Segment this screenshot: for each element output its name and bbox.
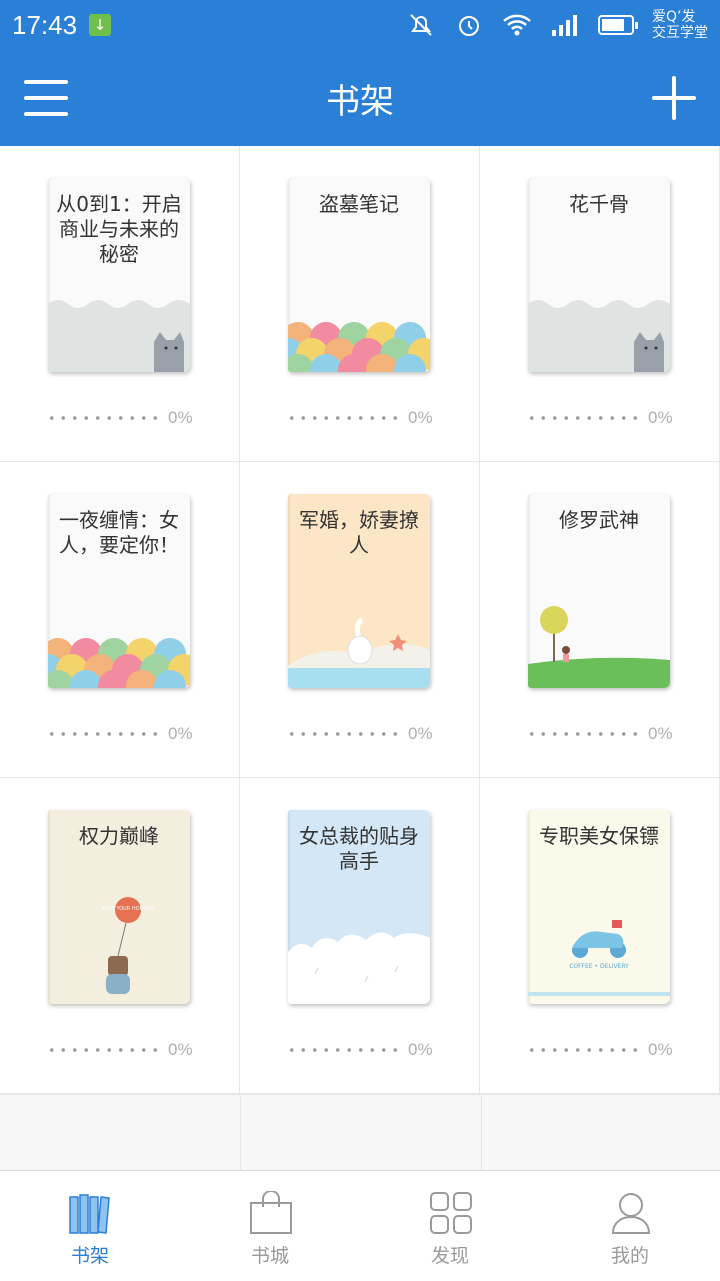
book-cover[interactable]: 从0到1：开启商业与未来的秘密: [48, 178, 190, 372]
progress-percent: 0%: [168, 1040, 193, 1059]
progress-percent: 0%: [408, 724, 433, 743]
progress-percent: 0%: [168, 408, 193, 427]
reading-progress: 0%: [526, 1040, 676, 1060]
menu-icon[interactable]: [24, 78, 68, 118]
reading-progress: 0%: [46, 1040, 196, 1060]
reading-progress: 0%: [286, 724, 436, 744]
book-title: 盗墓笔记: [319, 192, 399, 216]
bookshelf-grid: 从0到1：开启商业与未来的秘密 0% 盗墓笔记 0% 花千骨 0% 一夜缠情：女…: [0, 146, 720, 1170]
progress-percent: 0%: [408, 408, 433, 427]
reading-progress: 0%: [526, 724, 676, 744]
book-title: 军婚，娇妻撩人: [299, 508, 419, 557]
book-item[interactable]: 修罗武神 0%: [480, 462, 720, 778]
download-icon: ↓: [89, 14, 112, 36]
battery-icon: [598, 15, 638, 35]
book-title: 花千骨: [569, 192, 629, 216]
book-cover[interactable]: 一夜缠情：女人，要定你！: [48, 494, 190, 688]
grid-icon: [430, 1192, 472, 1234]
book-title: 专职美女保镖: [539, 824, 659, 848]
wifi-icon: [502, 10, 532, 40]
reading-progress: 0%: [286, 1040, 436, 1060]
shopping-bag-icon: [250, 1191, 292, 1234]
book-cover[interactable]: 盗墓笔记: [288, 178, 430, 372]
app-bar: 书架: [0, 50, 720, 146]
tab-label: 发现: [430, 1245, 469, 1267]
status-time: 17:43: [12, 9, 78, 40]
book-cover[interactable]: COFFEE • DELIVERY 专职美女保镖: [528, 810, 670, 1004]
bottom-navigation: 书架 书城 发现 我的: [0, 1170, 720, 1280]
book-cover[interactable]: 军婚，娇妻撩人: [288, 494, 430, 688]
user-icon: [611, 1193, 651, 1234]
book-title: 一夜缠情：女人，要定你！: [59, 508, 179, 557]
balloon-text: KEEP YOUR HOLIDAY: [102, 906, 154, 912]
progress-percent: 0%: [648, 1040, 673, 1059]
book-cover[interactable]: 女总裁的贴身高手: [288, 810, 430, 1004]
book-item[interactable]: 花千骨 0%: [480, 146, 720, 462]
book-item[interactable]: 盗墓笔记 0%: [240, 146, 480, 462]
book-item[interactable]: COFFEE • DELIVERY 专职美女保镖 0%: [480, 778, 720, 1094]
book-item[interactable]: KEEP YOUR HOLIDAY 权力巅峰 0%: [0, 778, 240, 1094]
alarm-icon: [454, 10, 484, 40]
book-cover[interactable]: 修罗武神: [528, 494, 670, 688]
tab-discover[interactable]: 发现: [360, 1171, 540, 1281]
book-cover[interactable]: KEEP YOUR HOLIDAY 权力巅峰: [48, 810, 190, 1004]
watermark: 爱Q’发 交互学堂: [652, 9, 708, 41]
book-item[interactable]: 一夜缠情：女人，要定你！ 0%: [0, 462, 240, 778]
tab-bookshelf[interactable]: 书架: [0, 1171, 180, 1281]
tab-label: 书城: [250, 1245, 289, 1267]
progress-percent: 0%: [408, 1040, 433, 1059]
page-title: 书架: [326, 81, 394, 122]
progress-percent: 0%: [648, 724, 673, 743]
book-title: 女总裁的贴身高手: [299, 824, 419, 873]
reading-progress: 0%: [526, 408, 676, 428]
book-title: 修罗武神: [559, 508, 639, 532]
book-cover[interactable]: 花千骨: [528, 178, 670, 372]
reading-progress: 0%: [46, 724, 196, 744]
progress-percent: 0%: [648, 408, 673, 427]
book-title: 权力巅峰: [79, 824, 159, 848]
reading-progress: 0%: [286, 408, 436, 428]
tab-mine[interactable]: 我的: [540, 1171, 720, 1281]
progress-percent: 0%: [168, 724, 193, 743]
mute-icon: [406, 10, 436, 40]
book-item[interactable]: 女总裁的贴身高手 0%: [240, 778, 480, 1094]
book-title: 从0到1：开启商业与未来的秘密: [56, 192, 182, 266]
bookshelf-icon: [69, 1194, 110, 1234]
tab-label: 书架: [70, 1245, 109, 1267]
book-item[interactable]: 从0到1：开启商业与未来的秘密 0%: [0, 146, 240, 462]
status-bar: 17:43 ↓ 爱Q’发 交互学堂: [0, 0, 720, 50]
reading-progress: 0%: [46, 408, 196, 428]
plus-icon[interactable]: [652, 76, 696, 120]
empty-shelf-row: [0, 1094, 720, 1170]
signal-icon: [550, 10, 580, 40]
scooter-text: COFFEE • DELIVERY: [569, 963, 629, 970]
tab-bookstore[interactable]: 书城: [180, 1171, 360, 1281]
tab-label: 我的: [610, 1245, 649, 1267]
book-item[interactable]: 军婚，娇妻撩人 0%: [240, 462, 480, 778]
